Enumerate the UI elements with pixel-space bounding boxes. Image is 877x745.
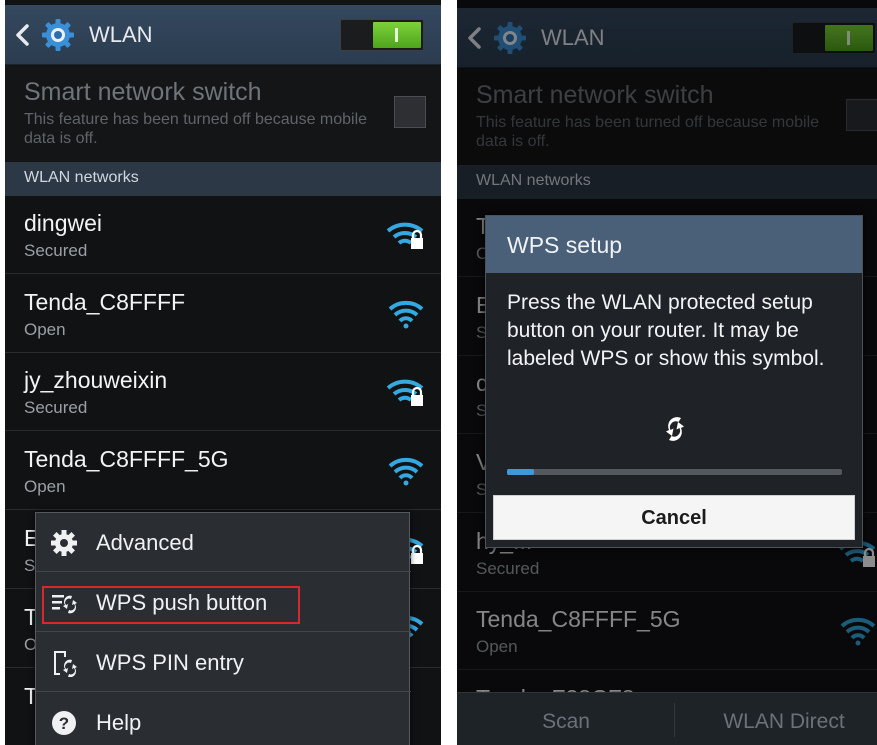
right-phone-screen: WLAN Smart network switch This feature h… [457, 0, 877, 745]
scan-button[interactable]: Scan [457, 693, 675, 745]
page-title: WLAN [89, 22, 153, 47]
dialog-header: WPS setup [486, 216, 862, 273]
network-status: S [24, 556, 36, 575]
svg-text:?: ? [59, 714, 69, 733]
menu-item-help[interactable]: ? Help [36, 693, 411, 745]
network-item[interactable]: Tenda_C8FFFF_5G Open [5, 432, 441, 510]
wifi-icon [388, 300, 424, 329]
overflow-menu: Advanced WPS push button WPS PIN entry ?… [35, 512, 411, 745]
gear-icon[interactable] [41, 18, 75, 52]
left-phone-screen: WLAN Smart network switch This feature h… [5, 0, 441, 745]
network-name: dingwei [24, 210, 102, 236]
help-icon: ? [52, 711, 76, 735]
smart-network-switch: Smart network switch This feature has be… [5, 66, 441, 162]
cancel-button[interactable]: Cancel [493, 495, 855, 540]
network-item[interactable]: Tenda_C8FFFF Open [5, 275, 441, 353]
network-name: jy_zhouweixin [24, 367, 168, 393]
bottom-action-bar: Scan WLAN Direct [457, 692, 877, 745]
menu-item-label: WPS PIN entry [96, 650, 244, 675]
menu-item-label: Advanced [96, 530, 194, 555]
wlan-direct-button[interactable]: WLAN Direct [675, 693, 877, 745]
wifi-secured-icon [386, 379, 424, 406]
network-status: Open [24, 477, 66, 496]
menu-item-advanced[interactable]: Advanced [36, 513, 411, 572]
wps-progress-bar [507, 469, 842, 475]
menu-item-wps-pin-entry[interactable]: WPS PIN entry [36, 633, 411, 692]
smart-switch-description: This feature has been turned off because… [24, 111, 368, 147]
dialog-title: WPS setup [507, 232, 623, 258]
network-status: Secured [24, 398, 88, 417]
action-bar: WLAN [5, 5, 441, 65]
network-item[interactable]: dingwei Secured [5, 196, 441, 274]
wps-setup-dialog: WPS setup Press the WLAN protected setup… [485, 215, 863, 548]
progress-fill [507, 469, 534, 475]
network-item[interactable]: jy_zhouweixin Secured [5, 353, 441, 431]
network-status: Secured [24, 241, 88, 260]
menu-item-label: Help [96, 710, 142, 735]
section-header-label: WLAN networks [24, 169, 139, 186]
back-chevron-icon[interactable] [13, 22, 33, 48]
section-header: WLAN networks [5, 162, 441, 196]
smart-switch-checkbox[interactable] [394, 96, 426, 128]
wlan-toggle[interactable] [340, 19, 424, 51]
wps-pin-icon [54, 651, 77, 677]
network-status: Open [24, 320, 66, 339]
network-name: Tenda_C8FFFF_5G [24, 446, 229, 472]
wifi-secured-icon [386, 222, 424, 249]
wifi-icon [388, 457, 424, 486]
highlight-annotation [42, 586, 300, 624]
smart-switch-title: Smart network switch [24, 78, 262, 106]
gear-icon [51, 530, 77, 556]
network-name: Tenda_C8FFFF [24, 289, 186, 315]
wps-symbol-icon [666, 417, 684, 441]
dialog-message: Press the WLAN protected setup button on… [507, 291, 825, 370]
